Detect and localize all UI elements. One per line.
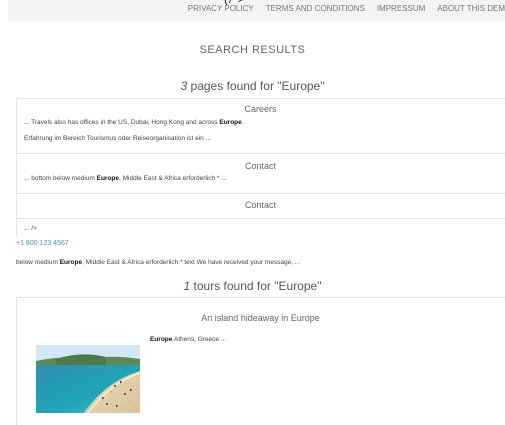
result-title-careers[interactable]: Careers <box>16 104 505 114</box>
result-snippet: below medium Europe, Middle East & Afric… <box>16 259 301 266</box>
privacy-policy-link[interactable]: PRIVACY POLICY <box>188 4 254 13</box>
search-highlight: Europe <box>96 175 120 182</box>
top-navigation-bar: (/ > PRIVACY POLICY TERMS AND CONDITIONS… <box>8 0 505 22</box>
result-title-contact[interactable]: Contact <box>16 161 505 171</box>
result-snippet: Erfahrung im Bereich Tourismus oder Reis… <box>24 135 212 142</box>
pages-count-heading: 3 pages found for "Europe" <box>0 79 505 93</box>
pages-count-text: pages found for "Europe" <box>187 79 325 93</box>
tour-image[interactable] <box>36 345 140 413</box>
footer-links: PRIVACY POLICY TERMS AND CONDITIONS IMPR… <box>188 4 505 13</box>
search-highlight: Europe <box>59 259 83 266</box>
impressum-link[interactable]: IMPRESSUM <box>377 4 425 13</box>
result-snippet: ... /> <box>24 225 37 232</box>
result-item: Contact ... bottom below medium Europe, … <box>16 154 505 194</box>
page-title: SEARCH RESULTS <box>199 44 306 56</box>
tour-title[interactable]: An island hideaway in Europe <box>16 313 505 323</box>
result-item: Contact <box>16 194 505 219</box>
tours-count-heading: 1 tours found for "Europe" <box>0 279 505 293</box>
search-highlight: Europe <box>150 336 173 343</box>
phone-link[interactable]: +1 800 123 4567 <box>16 240 69 247</box>
result-snippet: ... Travels also has offices in the US, … <box>24 119 244 126</box>
search-highlight: Europe <box>219 119 242 126</box>
result-title-contact[interactable]: Contact <box>16 200 505 210</box>
result-snippet: ... bottom below medium Europe, Middle E… <box>24 175 227 182</box>
tour-snippet: Europe Athens, Greece ... <box>150 336 227 343</box>
tours-count-text: tours found for "Europe" <box>190 279 322 293</box>
result-item: Careers ... Travels also has offices in … <box>16 98 505 154</box>
beach-photo-icon <box>36 345 140 413</box>
about-demo-link[interactable]: ABOUT THIS DEM <box>437 4 505 13</box>
terms-link[interactable]: TERMS AND CONDITIONS <box>266 4 365 13</box>
